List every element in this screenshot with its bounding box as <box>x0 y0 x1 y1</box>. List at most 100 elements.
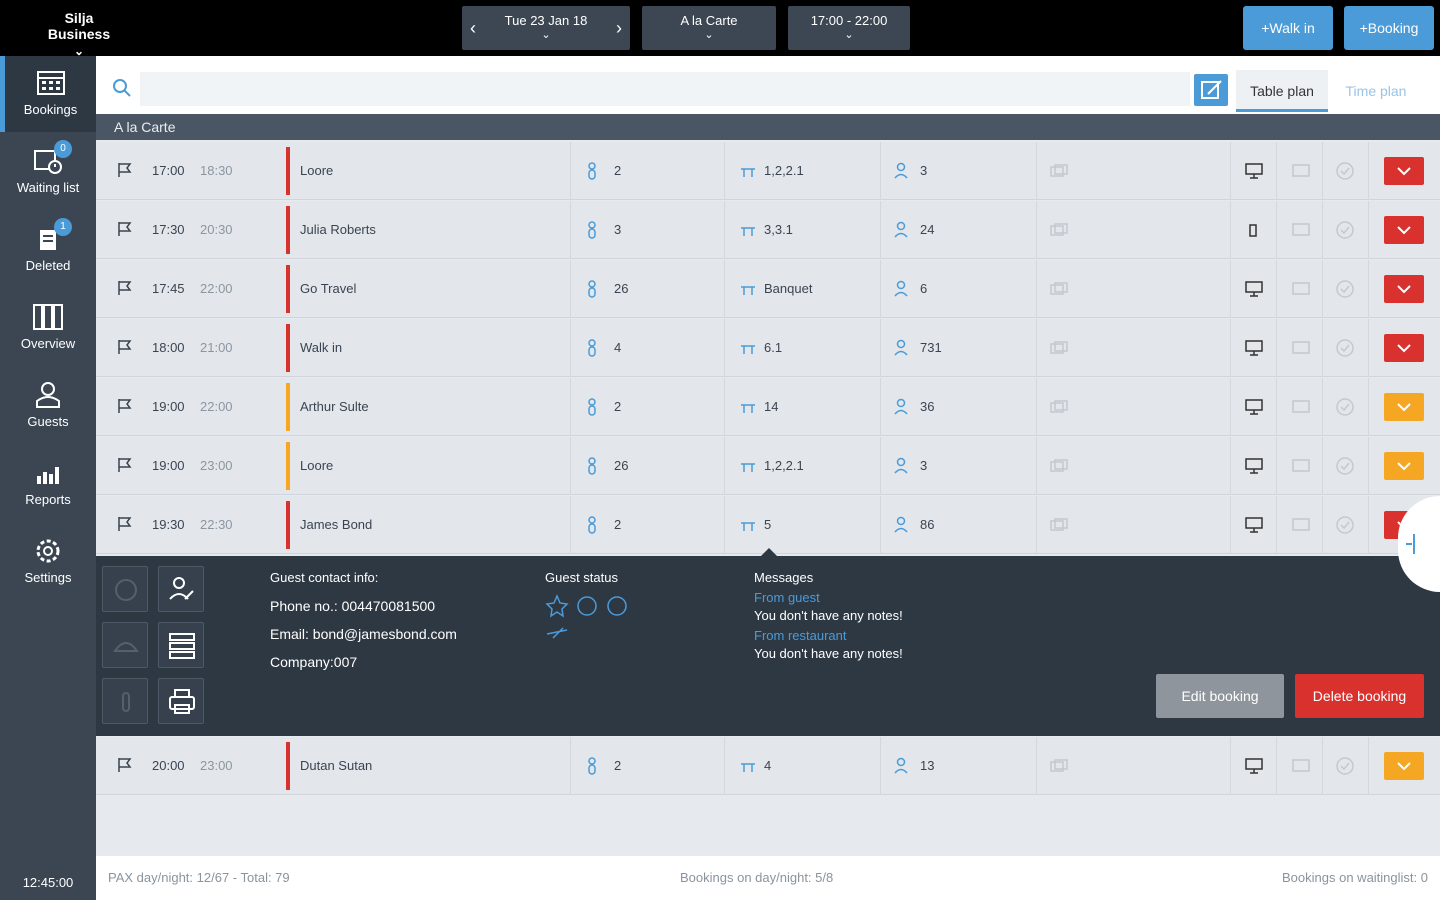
status-bar <box>286 265 290 313</box>
end-time: 23:00 <box>200 758 233 773</box>
start-time: 19:00 <box>152 458 185 473</box>
side-panel-toggle[interactable] <box>1398 496 1440 592</box>
table-number: 6.1 <box>764 340 783 355</box>
guest-visits: 86 <box>920 517 935 532</box>
table-icon <box>741 227 755 236</box>
flag-icon[interactable] <box>116 339 132 355</box>
flag-icon[interactable] <box>116 516 132 532</box>
row-expand-button[interactable] <box>1384 275 1424 303</box>
table-row[interactable]: 19:00 22:00 Arthur Sulte 2 14 36 <box>96 378 1440 436</box>
tab-table-plan[interactable]: Table plan <box>1236 70 1328 112</box>
guest-status-icons <box>545 594 627 639</box>
flag-icon[interactable] <box>116 221 132 237</box>
pax-count: 4 <box>614 340 622 355</box>
guests-icon <box>894 339 908 356</box>
printer-icon <box>169 689 195 714</box>
flag-icon[interactable] <box>116 280 132 296</box>
group-icon <box>577 596 597 616</box>
pax-count: 2 <box>614 163 622 178</box>
new-booking-button[interactable]: +Booking <box>1344 6 1434 50</box>
sidebar-item-reports[interactable]: Reports <box>0 446 96 522</box>
monitor-icon <box>1245 281 1263 297</box>
brand-selector[interactable]: Silja Business ⌄ <box>34 10 124 58</box>
row-expand-button[interactable] <box>1384 452 1424 480</box>
table-number: 1,2,2.1 <box>764 458 804 473</box>
message-icon <box>1292 400 1310 413</box>
row-expand-button[interactable] <box>1384 334 1424 362</box>
flag-icon[interactable] <box>116 757 132 773</box>
guest-visits: 3 <box>920 163 928 178</box>
row-expand-button[interactable] <box>1384 752 1424 780</box>
table-number: 1,2,2.1 <box>764 163 804 178</box>
expand-icon <box>1406 534 1415 554</box>
person-icon <box>588 516 596 534</box>
print-button[interactable] <box>158 678 204 724</box>
pax-count: 2 <box>614 758 622 773</box>
chevron-down-icon: ⌄ <box>704 29 714 41</box>
flag-icon[interactable] <box>116 162 132 178</box>
guest-visits: 24 <box>920 222 935 237</box>
user-edit-icon <box>169 577 194 600</box>
chevron-left-icon[interactable]: ‹ <box>470 18 476 39</box>
table-row[interactable]: 17:30 20:30 Julia Roberts 3 3,3.1 24 <box>96 201 1440 259</box>
sidebar-item-guests[interactable]: Guests <box>0 368 96 444</box>
disabled-action-button[interactable] <box>102 622 148 668</box>
table-icon <box>741 763 755 772</box>
guest-phone: Phone no.: 004470081500 <box>270 598 436 614</box>
row-expand-button[interactable] <box>1384 393 1424 421</box>
main-content: Table plan Time plan A la Carte 17:00 18… <box>96 56 1440 856</box>
row-expand-button[interactable] <box>1384 216 1424 244</box>
table-row[interactable]: 20:00 23:00 Dutan Sutan 2 4 13 <box>96 737 1440 795</box>
guest-name: Go Travel <box>300 281 357 296</box>
table-row[interactable]: 19:30 22:30 James Bond 2 5 86 <box>96 496 1440 554</box>
end-time: 21:00 <box>200 340 233 355</box>
waiting-list-badge: 0 <box>54 140 72 158</box>
table-row[interactable]: 17:00 18:30 Loore 2 1,2,2.1 3 <box>96 142 1440 200</box>
table-row[interactable]: 17:45 22:00 Go Travel 26 Banquet 6 <box>96 260 1440 318</box>
guests-icon <box>894 162 908 179</box>
disabled-action-button[interactable] <box>102 566 148 612</box>
table-icon <box>741 404 755 413</box>
disabled-action-button[interactable] <box>102 678 148 724</box>
check-icon <box>1336 398 1354 416</box>
status-bar <box>286 501 290 549</box>
tag-icon <box>115 579 137 601</box>
message-icon <box>1292 282 1310 295</box>
walk-in-button[interactable]: +Walk in <box>1243 6 1333 50</box>
guests-icon <box>894 398 908 415</box>
delete-booking-button[interactable]: Delete booking <box>1295 674 1424 718</box>
pax-count: 26 <box>614 281 629 296</box>
sidebar-item-waiting-list[interactable]: 0 Waiting list <box>0 134 96 210</box>
tab-time-plan[interactable]: Time plan <box>1332 70 1420 112</box>
edit-booking-button[interactable]: Edit booking <box>1156 674 1284 718</box>
row-expand-button[interactable] <box>1384 157 1424 185</box>
monitor-icon <box>1245 163 1263 179</box>
table-row[interactable]: 18:00 21:00 Walk in 4 6.1 731 <box>96 319 1440 377</box>
columns-icon <box>33 304 63 330</box>
from-restaurant-label: From restaurant <box>754 628 847 643</box>
search-input[interactable] <box>140 72 1190 106</box>
status-bar <box>286 383 290 431</box>
flag-icon[interactable] <box>116 457 132 473</box>
chevron-right-icon[interactable]: › <box>616 18 622 39</box>
guest-profile-button[interactable] <box>158 566 204 612</box>
flag-icon[interactable] <box>116 398 132 414</box>
guest-visits: 36 <box>920 399 935 414</box>
table-row[interactable]: 19:00 23:00 Loore 26 1,2,2.1 3 <box>96 437 1440 495</box>
sidebar-item-settings[interactable]: Settings <box>0 524 96 600</box>
time-range-label: 17:00 - 22:00 <box>810 13 888 28</box>
sidebar-item-bookings[interactable]: Bookings <box>0 56 96 132</box>
list-button[interactable] <box>158 622 204 668</box>
edit-note-button[interactable] <box>1194 74 1228 106</box>
chevron-down-icon <box>1397 285 1411 294</box>
monitor-icon <box>1245 399 1263 415</box>
restaurant-selector[interactable]: A la Carte ⌄ <box>642 6 776 50</box>
sidebar-item-deleted[interactable]: 1 Deleted <box>0 212 96 288</box>
sidebar-item-label: Bookings <box>23 102 78 117</box>
guest-status-title: Guest status <box>545 570 618 585</box>
sidebar-item-overview[interactable]: Overview <box>0 290 96 366</box>
time-range-selector[interactable]: 17:00 - 22:00 ⌄ <box>788 6 910 50</box>
guest-note: You don't have any notes! <box>754 608 903 623</box>
status-bar <box>286 742 290 790</box>
date-selector[interactable]: ‹ Tue 23 Jan 18 ⌄ › <box>462 6 630 50</box>
